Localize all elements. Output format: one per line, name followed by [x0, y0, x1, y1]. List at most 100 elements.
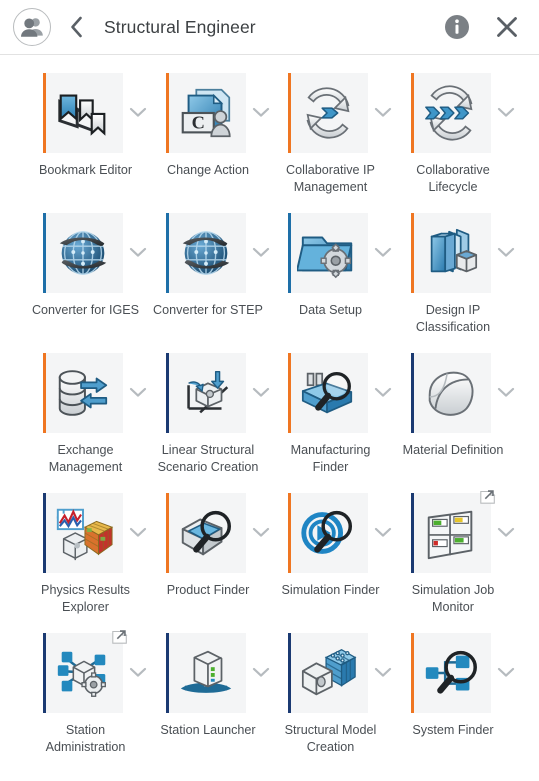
app-tile[interactable]: [288, 353, 368, 433]
app-tile[interactable]: [165, 73, 246, 153]
tile-expand-chevron-down-icon[interactable]: [371, 71, 395, 153]
chevron-down-icon: [374, 387, 392, 397]
info-icon: [445, 15, 469, 39]
app-tile[interactable]: [410, 73, 491, 153]
tile-expand-chevron-down-icon[interactable]: [494, 351, 518, 433]
tile-expand-chevron-down-icon[interactable]: [371, 211, 395, 293]
app-tile-row: [275, 211, 398, 293]
tile-expand-chevron-down-icon[interactable]: [494, 491, 518, 573]
role-avatar[interactable]: [13, 8, 51, 46]
app-tile-label[interactable]: Structural Model Creation: [275, 722, 386, 756]
app-tile[interactable]: [410, 490, 495, 573]
app-tile-label[interactable]: Data Setup: [275, 302, 386, 319]
app-tile-row: [398, 211, 521, 293]
app-tile-cell: Converter for STEP: [153, 211, 276, 351]
manufacturing-finder-icon: [297, 362, 359, 424]
app-tile-cell: Linear Structural Scenario Creation: [153, 351, 276, 491]
app-tile-label[interactable]: Design IP Classification: [398, 302, 509, 336]
app-tile-label[interactable]: Simulation Job Monitor: [398, 582, 509, 616]
apps-grid: Bookmark Editor Change Action Collaborativ…: [30, 71, 539, 771]
app-tile[interactable]: [43, 493, 123, 573]
chevron-down-icon: [497, 667, 514, 677]
external-link-icon: [112, 630, 128, 644]
app-tile-label[interactable]: Converter for IGES: [30, 302, 141, 319]
globe-converter-icon: [175, 222, 237, 284]
app-tile-label[interactable]: Linear Structural Scenario Creation: [153, 442, 264, 476]
tile-accent-bar: [43, 213, 46, 293]
close-button[interactable]: [493, 13, 521, 41]
tile-expand-chevron-down-icon[interactable]: [249, 211, 273, 293]
app-tile-row: [398, 351, 521, 433]
app-tile-label[interactable]: Collaborative Lifecycle: [398, 162, 509, 196]
tile-expand-chevron-down-icon[interactable]: [249, 351, 273, 433]
app-tile-label[interactable]: Material Definition: [398, 442, 509, 459]
app-tile-label[interactable]: Product Finder: [153, 582, 264, 599]
tile-expand-chevron-down-icon[interactable]: [126, 71, 150, 153]
tile-accent-bar: [288, 213, 291, 293]
app-tile-row: [153, 491, 276, 573]
app-tile-label[interactable]: Change Action: [153, 162, 264, 179]
app-tile[interactable]: [410, 213, 491, 293]
app-tile[interactable]: [43, 630, 128, 713]
app-tile-label[interactable]: System Finder: [398, 722, 509, 739]
tile-accent-bar: [410, 73, 414, 153]
app-tile[interactable]: [43, 73, 123, 153]
collaborative-lifecycle-icon: [420, 82, 482, 144]
app-tile[interactable]: [43, 213, 123, 293]
collaborative-ip-icon: [297, 82, 359, 144]
app-tile-label[interactable]: Station Administration: [30, 722, 141, 756]
tile-expand-chevron-down-icon[interactable]: [494, 211, 518, 293]
back-button[interactable]: [61, 8, 91, 46]
app-tile-label[interactable]: Bookmark Editor: [30, 162, 141, 179]
tile-accent-bar: [288, 633, 291, 713]
tile-accent-bar: [288, 493, 291, 573]
tile-accent-bar: [165, 633, 169, 713]
info-button[interactable]: [443, 13, 471, 41]
chevron-down-icon: [252, 107, 269, 117]
app-tile-row: [30, 351, 153, 433]
app-tile[interactable]: [43, 353, 123, 433]
app-tile[interactable]: [165, 353, 246, 433]
structural-model-icon: [297, 642, 359, 704]
app-tile[interactable]: [165, 493, 246, 573]
app-tile[interactable]: [288, 73, 368, 153]
app-tile[interactable]: [410, 633, 491, 713]
tile-accent-bar: [410, 493, 414, 573]
tile-expand-chevron-down-icon[interactable]: [249, 631, 273, 713]
app-tile-row: [275, 351, 398, 433]
bookmark-flags-icon: [52, 82, 114, 144]
app-tile-row: [30, 211, 153, 293]
header-actions: [443, 13, 521, 41]
app-tile-label[interactable]: Exchange Management: [30, 442, 141, 476]
app-tile-label[interactable]: Collaborative IP Management: [275, 162, 386, 196]
app-tile-label[interactable]: Manufacturing Finder: [275, 442, 386, 476]
tile-expand-chevron-down-icon[interactable]: [371, 351, 395, 433]
app-tile[interactable]: [410, 353, 491, 433]
app-tile-label[interactable]: Converter for STEP: [153, 302, 264, 319]
tile-expand-chevron-down-icon[interactable]: [249, 71, 273, 153]
app-tile-label[interactable]: Physics Results Explorer: [30, 582, 141, 616]
tile-expand-chevron-down-icon[interactable]: [494, 631, 518, 713]
tile-accent-bar: [410, 633, 414, 713]
app-tile-label[interactable]: Station Launcher: [153, 722, 264, 739]
tile-expand-chevron-down-icon[interactable]: [126, 211, 150, 293]
apps-scroll-area[interactable]: Bookmark Editor Change Action Collaborativ…: [0, 55, 539, 781]
tile-expand-chevron-down-icon[interactable]: [126, 491, 150, 573]
tile-expand-chevron-down-icon[interactable]: [126, 351, 150, 433]
app-tile[interactable]: [288, 633, 368, 713]
app-tile-row: [398, 71, 521, 153]
app-tile-label[interactable]: Simulation Finder: [275, 582, 386, 599]
chevron-down-icon: [129, 107, 147, 117]
tile-accent-bar: [43, 633, 46, 713]
chevron-down-icon: [497, 527, 514, 537]
app-tile[interactable]: [288, 493, 368, 573]
app-tile[interactable]: [165, 633, 246, 713]
tile-expand-chevron-down-icon[interactable]: [371, 631, 395, 713]
app-tile[interactable]: [165, 213, 246, 293]
app-tile[interactable]: [288, 213, 368, 293]
tile-expand-chevron-down-icon[interactable]: [126, 631, 150, 713]
tile-expand-chevron-down-icon[interactable]: [494, 71, 518, 153]
tile-expand-chevron-down-icon[interactable]: [371, 491, 395, 573]
app-tile-row: [30, 491, 153, 573]
tile-expand-chevron-down-icon[interactable]: [249, 491, 273, 573]
